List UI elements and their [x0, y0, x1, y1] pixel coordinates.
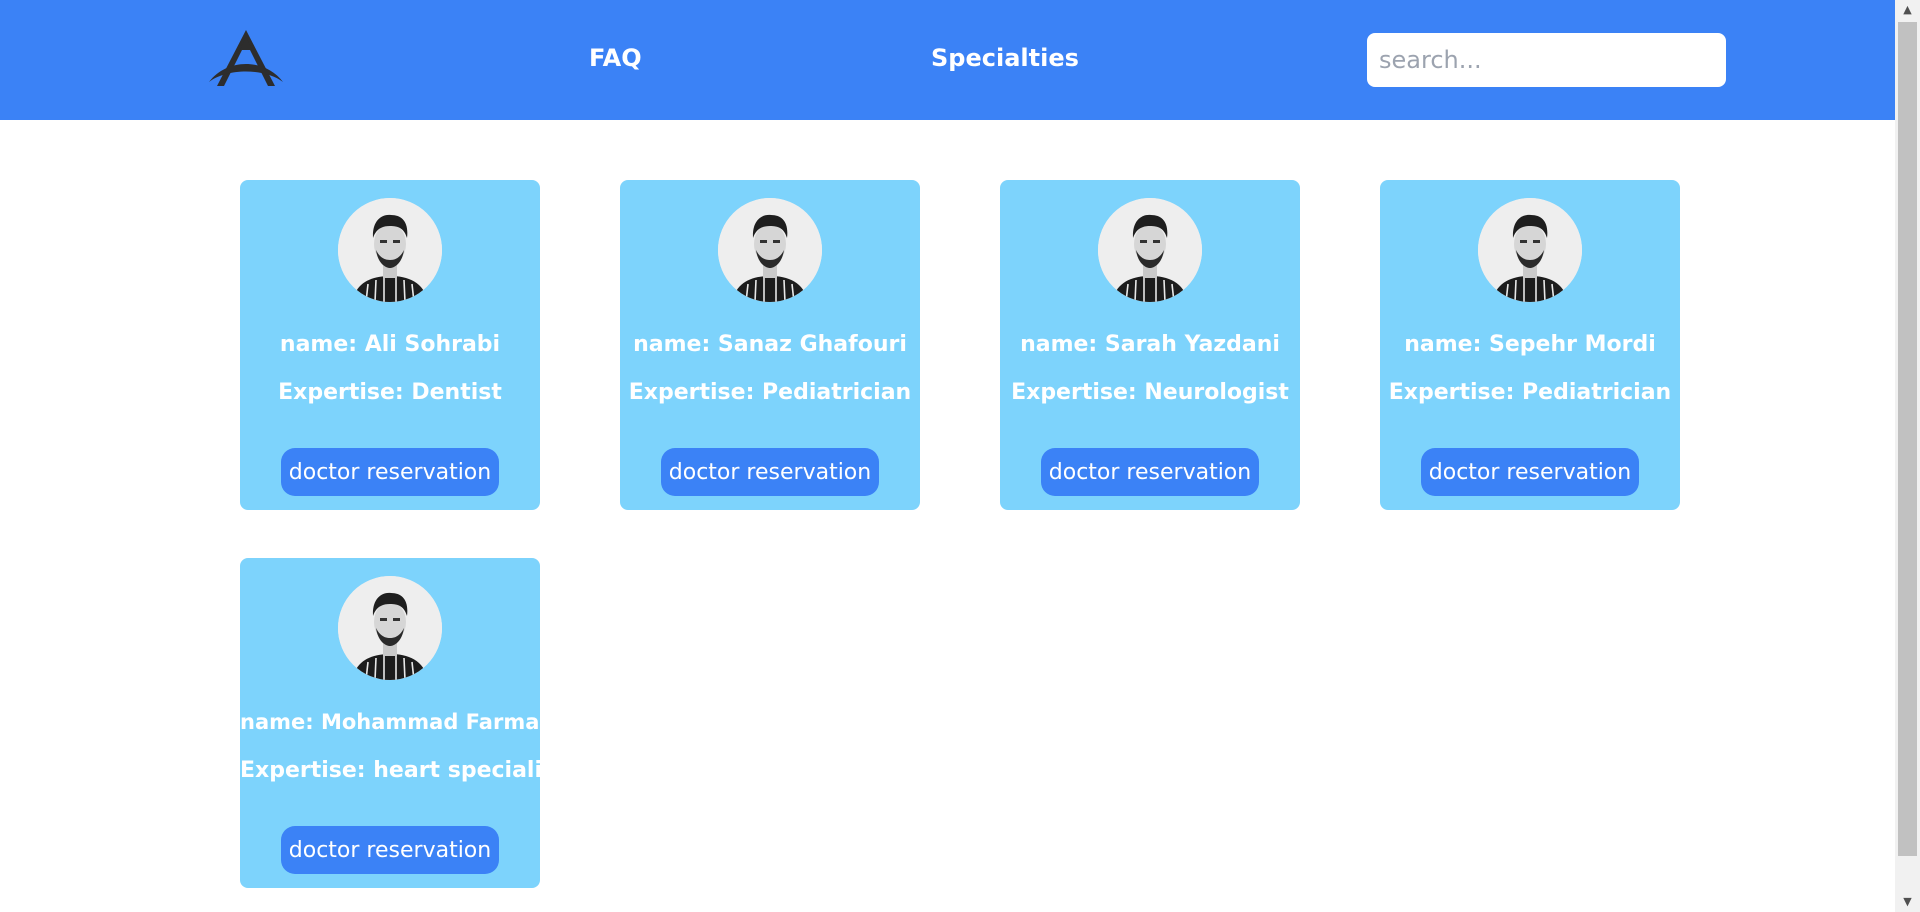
doctor-avatar-icon — [1098, 198, 1202, 302]
search-input[interactable] — [1367, 33, 1726, 87]
doctor-avatar-icon — [338, 576, 442, 680]
doctor-reservation-button[interactable]: doctor reservation — [661, 448, 879, 496]
scrollbar-thumb[interactable] — [1898, 22, 1917, 856]
doctor-avatar-icon — [1478, 198, 1582, 302]
doctor-expertise: Expertise: Pediatrician — [628, 380, 912, 405]
logo-a-icon[interactable] — [207, 28, 285, 92]
doctor-avatar-icon — [718, 198, 822, 302]
doctor-avatar-icon — [338, 198, 442, 302]
doctor-expertise: Expertise: heart specialist — [240, 758, 566, 783]
doctor-name: name: Mohammad Farman — [240, 710, 555, 734]
doctor-name: name: Sepehr Mordi — [1404, 332, 1656, 357]
doctor-name: name: Sanaz Ghafouri — [633, 332, 907, 357]
doctor-expertise: Expertise: Pediatrician — [1388, 380, 1672, 405]
doctor-name: name: Sarah Yazdani — [1020, 332, 1280, 357]
doctor-card: name: Mohammad Farman Expertise: heart s… — [240, 558, 566, 888]
doctor-reservation-button[interactable]: doctor reservation — [281, 448, 499, 496]
doctor-name: name: Ali Sohrabi — [279, 332, 501, 357]
top-navbar: FAQ Specialties — [0, 0, 1895, 120]
nav-faq-link[interactable]: FAQ — [589, 44, 642, 72]
doctor-reservation-button[interactable]: doctor reservation — [281, 826, 499, 874]
doctor-card: name: Ali Sohrabi Expertise: Dentist doc… — [240, 180, 540, 510]
doctor-expertise: Expertise: Neurologist — [1011, 380, 1289, 405]
doctor-expertise: Expertise: Dentist — [278, 380, 502, 405]
doctor-card: name: Sepehr Mordi Expertise: Pediatrici… — [1380, 180, 1680, 510]
scroll-down-icon[interactable]: ▼ — [1895, 892, 1920, 912]
vertical-scrollbar[interactable]: ▲ ▼ — [1895, 0, 1920, 912]
doctor-card: name: Sarah Yazdani Expertise: Neurologi… — [1000, 180, 1300, 510]
doctor-reservation-button[interactable]: doctor reservation — [1041, 448, 1259, 496]
page: FAQ Specialties name: Ali Sohrabi Expert… — [0, 0, 1895, 912]
doctor-card: name: Sanaz Ghafouri Expertise: Pediatri… — [620, 180, 920, 510]
nav-specialties-link[interactable]: Specialties — [931, 44, 1079, 72]
doctor-reservation-button[interactable]: doctor reservation — [1421, 448, 1639, 496]
scroll-up-icon[interactable]: ▲ — [1895, 0, 1920, 20]
